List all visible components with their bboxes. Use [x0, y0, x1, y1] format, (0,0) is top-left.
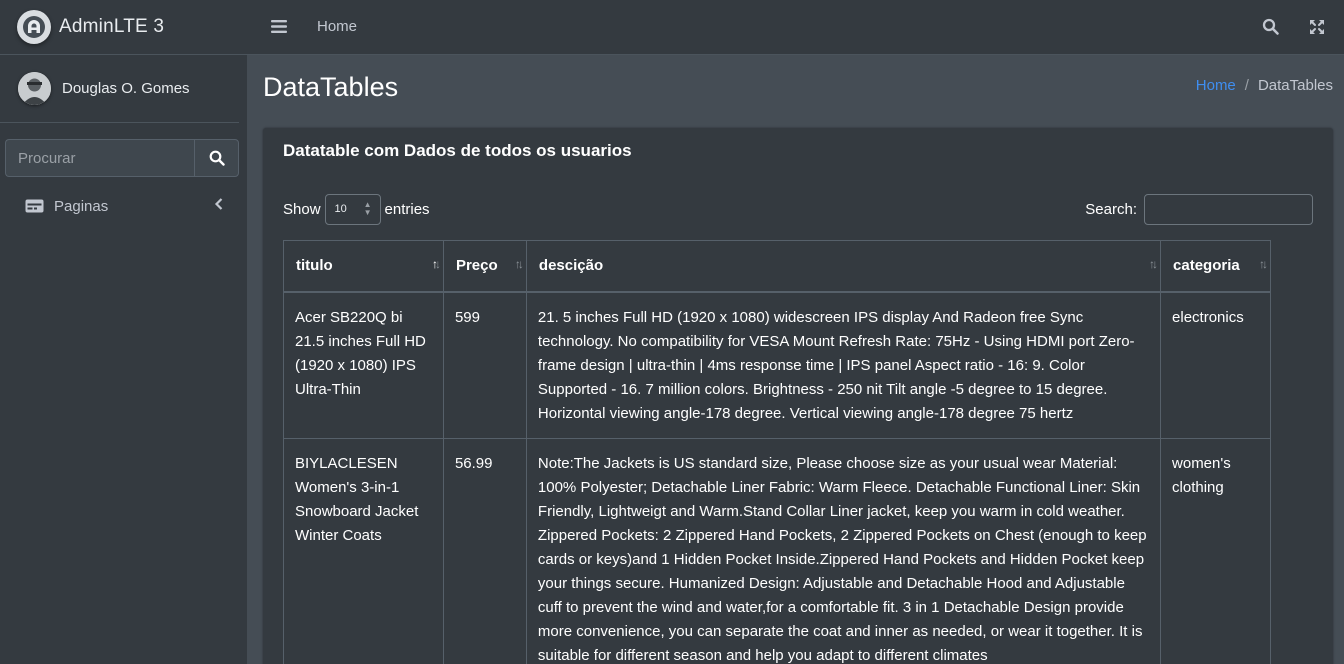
- table-row: Acer SB220Q bi 21.5 inches Full HD (1920…: [283, 291, 1271, 439]
- navbar-home-link[interactable]: Home: [317, 18, 357, 35]
- app-root: AdminLTE 3 Douglas O. Gomes Procurar Pag…: [0, 0, 1344, 664]
- search-label: Search:: [1085, 201, 1137, 218]
- page-length-select[interactable]: 10 ▲ ▼: [324, 194, 381, 225]
- page-length-value: 10: [334, 203, 347, 215]
- bars-icon: [271, 20, 287, 33]
- cell-titulo: Acer SB220Q bi 21.5 inches Full HD (1920…: [283, 291, 444, 439]
- breadcrumb-current: DataTables: [1257, 77, 1333, 94]
- main-sidebar: AdminLTE 3 Douglas O. Gomes Procurar Pag…: [0, 0, 247, 664]
- breadcrumb-separator: /: [1244, 77, 1249, 94]
- cell-categoria: women's clothing: [1160, 437, 1271, 664]
- sort-icon: ↑↓: [1149, 257, 1158, 271]
- card-title: Datatable com Dados de todos os usuarios: [283, 141, 632, 160]
- column-header-descricao[interactable]: descição ↑↓: [525, 240, 1162, 292]
- sidebar-search-form: [5, 139, 239, 177]
- cell-titulo: BIYLACLESEN Women's 3-in-1 Snowboard Jac…: [283, 437, 444, 664]
- search-icon: [209, 150, 225, 166]
- chevron-left-icon: [214, 198, 223, 210]
- table-search-input[interactable]: [1144, 194, 1313, 225]
- show-label: Show: [283, 201, 321, 218]
- sidebar-item-paginas[interactable]: Paginas: [8, 190, 240, 222]
- table-header-row: titulo ↑↓ Preço ↑↓ descição ↑↓ categoria…: [283, 240, 1271, 292]
- content-wrapper: DataTables Home / DataTables Datatable c…: [247, 55, 1344, 664]
- user-avatar: [18, 72, 51, 105]
- brand-text: AdminLTE 3: [59, 16, 165, 37]
- navbar-search-button[interactable]: [1262, 18, 1279, 40]
- search-icon: [1262, 18, 1279, 35]
- column-header-preco[interactable]: Preço ↑↓: [442, 240, 527, 292]
- adminlte-logo-icon: [17, 10, 51, 44]
- fullscreen-button[interactable]: [1309, 19, 1325, 40]
- sidebar-search-button[interactable]: [194, 139, 239, 177]
- page-title: DataTables: [263, 72, 399, 102]
- expand-arrows-icon: [1310, 20, 1324, 34]
- products-table: titulo ↑↓ Preço ↑↓ descição ↑↓ categoria…: [283, 240, 1271, 664]
- user-name[interactable]: Douglas O. Gomes: [62, 80, 190, 97]
- top-navbar: Home: [247, 0, 1344, 55]
- page-length-control: Show 10 ▲ ▼ entries: [283, 194, 430, 225]
- select-arrows-icon: ▲ ▼: [363, 200, 372, 217]
- cell-descricao: 21. 5 inches Full HD (1920 x 1080) wides…: [525, 291, 1162, 439]
- cell-categoria: electronics: [1160, 291, 1271, 439]
- entries-label: entries: [384, 201, 430, 218]
- menu-toggle-button[interactable]: [271, 19, 287, 39]
- pages-icon: [25, 199, 44, 213]
- sidebar-item-label: Paginas: [54, 197, 109, 215]
- datatable-card: Datatable com Dados de todos os usuarios…: [263, 128, 1333, 664]
- cell-preco: 599: [442, 291, 527, 439]
- breadcrumb: Home / DataTables: [1196, 77, 1333, 94]
- cell-preco: 56.99: [442, 437, 527, 664]
- sort-icon: ↑↓: [514, 257, 524, 271]
- breadcrumb-home-link[interactable]: Home: [1196, 77, 1236, 94]
- table-row: BIYLACLESEN Women's 3-in-1 Snowboard Jac…: [283, 437, 1271, 664]
- cell-descricao: Note:The Jackets is US standard size, Pl…: [525, 437, 1162, 664]
- column-header-titulo[interactable]: titulo ↑↓: [283, 240, 444, 292]
- sort-icon: ↑↓: [1259, 257, 1268, 271]
- sort-asc-icon: ↑↓: [431, 257, 441, 271]
- column-header-categoria[interactable]: categoria ↑↓: [1160, 240, 1271, 292]
- user-panel[interactable]: Douglas O. Gomes: [0, 55, 239, 123]
- sidebar-search-input[interactable]: [5, 139, 194, 177]
- brand-link[interactable]: AdminLTE 3: [0, 0, 247, 55]
- table-search-control: Search:: [1085, 194, 1313, 225]
